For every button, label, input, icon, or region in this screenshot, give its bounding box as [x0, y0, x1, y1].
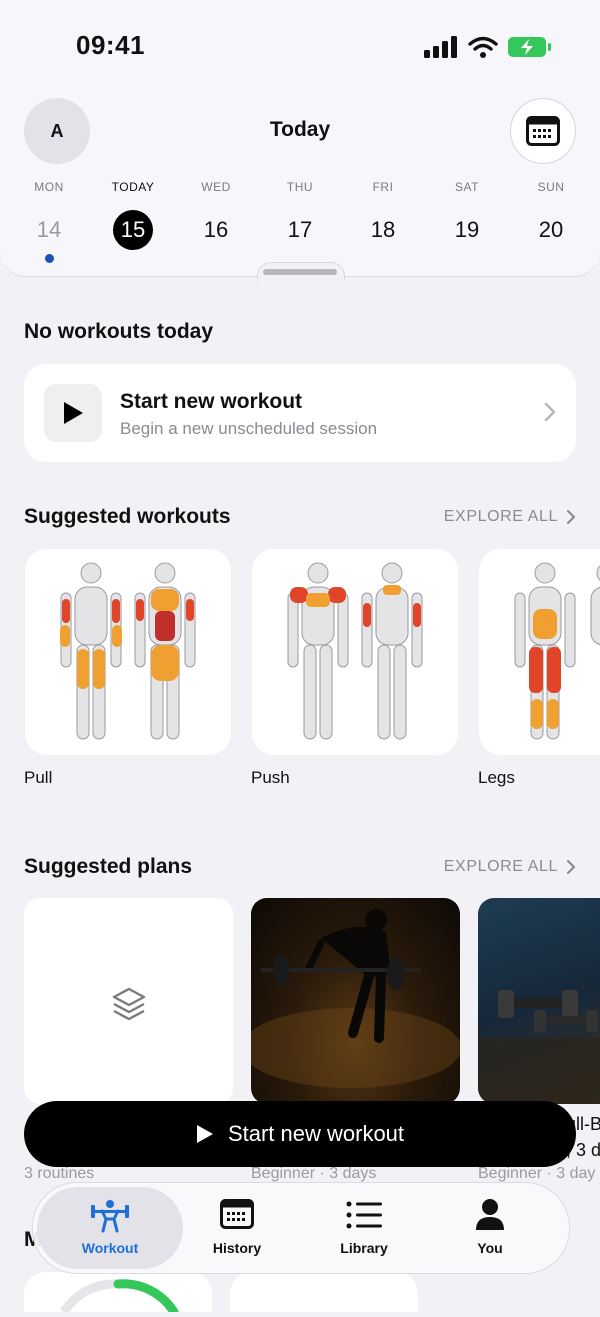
suggested-workouts-heading: Suggested workouts — [24, 505, 231, 528]
stat-card-1[interactable] — [24, 1272, 212, 1317]
plan-card-2[interactable] — [251, 898, 460, 1104]
day-name: FRI — [372, 180, 394, 194]
day-number: 17 — [287, 217, 313, 242]
person-icon — [476, 1199, 504, 1230]
chevron-right-icon — [544, 402, 556, 422]
workout-label-push: Push — [251, 768, 290, 787]
tab-workout[interactable]: Workout — [37, 1187, 183, 1269]
play-icon — [64, 402, 83, 424]
chevron-right-icon — [566, 859, 576, 875]
chevron-right-icon — [566, 509, 576, 525]
tab-library[interactable]: Library — [301, 1183, 427, 1273]
plan-meta-2: Beginner · 3 days — [251, 1165, 377, 1182]
list-icon — [346, 1201, 382, 1229]
workout-label-pull: Pull — [24, 768, 53, 787]
play-icon — [196, 1125, 213, 1143]
workout-card-legs[interactable] — [479, 549, 600, 755]
cellular-signal-icon — [424, 36, 457, 58]
day-number: 20 — [538, 217, 564, 242]
start-new-workout-button[interactable]: Start new workout — [24, 1101, 576, 1167]
calendar-button[interactable] — [510, 98, 576, 164]
day-today[interactable]: TODAY 15 — [98, 180, 168, 250]
day-sun[interactable]: SUN 20 — [516, 180, 586, 250]
day-wed[interactable]: WED 16 — [181, 180, 251, 250]
day-name: TODAY — [111, 180, 155, 194]
day-sat[interactable]: SAT 19 — [432, 180, 502, 250]
start-card-title: Start new workout — [120, 390, 303, 413]
plan-meta-3: Beginner · 3 day — [478, 1165, 596, 1182]
day-name: SAT — [455, 180, 479, 194]
tab-you[interactable]: You — [427, 1183, 553, 1273]
day-name: MON — [34, 180, 64, 194]
plan-card-1[interactable] — [24, 898, 233, 1104]
workout-label-legs: Legs — [478, 768, 515, 787]
tab-label: Workout — [81, 1240, 139, 1256]
calendar-icon — [220, 1199, 254, 1229]
muscle-map-legs-image — [514, 562, 600, 740]
day-name: THU — [286, 180, 314, 194]
plan-meta-1: 3 routines — [24, 1165, 95, 1182]
day-fri[interactable]: FRI 18 — [348, 180, 418, 250]
stat-card-2[interactable] — [230, 1272, 418, 1312]
plan-card-3[interactable] — [478, 898, 600, 1104]
progress-ring-image — [60, 1279, 179, 1317]
day-number: 19 — [454, 217, 480, 242]
muscle-map-pull-image — [60, 562, 196, 740]
tab-label: History — [212, 1240, 262, 1256]
status-bar: 09:41 — [0, 0, 600, 96]
dumbbell-person-icon — [91, 1200, 129, 1233]
day-name: WED — [201, 180, 231, 194]
today-heading: No workouts today — [24, 320, 214, 343]
day-number: 18 — [370, 217, 396, 242]
workout-card-pull[interactable] — [25, 549, 231, 755]
start-new-workout-label: Start new workout — [227, 1121, 405, 1146]
explore-all-workouts[interactable]: EXPLORE ALL — [444, 508, 576, 526]
start-card-subtitle: Begin a new unscheduled session — [120, 419, 378, 438]
calendar-icon — [526, 116, 560, 146]
day-number: 16 — [203, 217, 229, 242]
start-workout-card[interactable]: Start new workout Begin a new unschedule… — [24, 364, 576, 462]
suggested-plans-heading: Suggested plans — [24, 855, 193, 878]
dumbbells-photo-image — [478, 990, 600, 1104]
battery-charging-icon — [508, 37, 551, 57]
explore-all-label: EXPLORE ALL — [443, 508, 558, 525]
day-thu[interactable]: THU 17 — [265, 180, 335, 250]
layers-icon — [112, 987, 146, 1021]
drag-handle[interactable] — [263, 269, 337, 275]
day-number-selected: 15 — [113, 210, 153, 250]
status-time: 09:41 — [76, 30, 145, 60]
tab-label: You — [477, 1240, 503, 1256]
muscle-map-push-image — [287, 562, 423, 740]
tab-bar: Workout History Library You — [32, 1182, 570, 1274]
day-number: 14 — [36, 217, 62, 242]
tab-label: Library — [340, 1240, 388, 1256]
explore-all-plans[interactable]: EXPLORE ALL — [444, 858, 576, 876]
day-mon[interactable]: MON 14 — [14, 180, 84, 263]
explore-all-label: EXPLORE ALL — [443, 858, 558, 875]
deadlift-photo-image — [251, 909, 460, 1088]
workout-card-push[interactable] — [252, 549, 458, 755]
play-tile — [44, 384, 102, 442]
tab-history[interactable]: History — [174, 1183, 300, 1273]
wifi-icon — [468, 36, 498, 58]
workout-dot — [44, 254, 54, 263]
week-strip: MON 14 TODAY 15 WED 16 THU 17 FRI 18 SAT… — [0, 180, 600, 270]
day-name: SUN — [537, 180, 565, 194]
